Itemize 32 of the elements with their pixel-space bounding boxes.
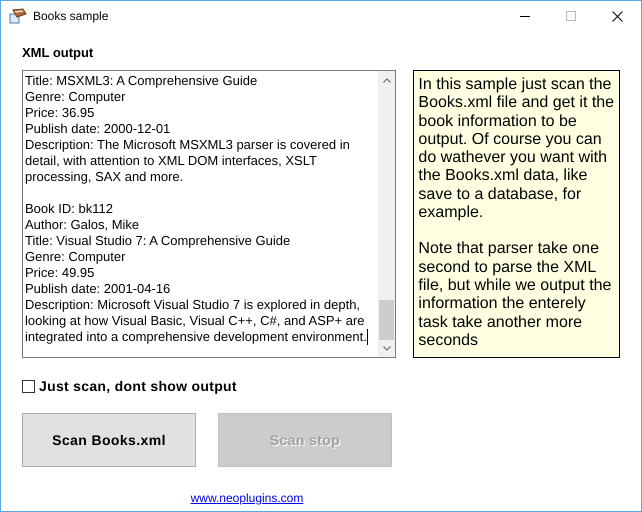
- app-icon: [9, 8, 27, 24]
- output-line: processing, SAX and more.: [25, 169, 184, 185]
- output-line: Genre: Computer: [25, 89, 126, 105]
- output-line: Price: 36.95: [25, 105, 94, 121]
- scroll-thumb[interactable]: [379, 300, 394, 340]
- website-link[interactable]: www.neoplugins.com: [190, 489, 304, 507]
- output-line: Title: Visual Studio 7: A Comprehensive Guide: [25, 233, 290, 249]
- section-label: XML output: [22, 45, 94, 61]
- checkbox[interactable]: [22, 380, 35, 393]
- output-text-area[interactable]: [22, 70, 396, 358]
- close-icon[interactable]: [612, 10, 623, 22]
- window-title: Books sample: [33, 8, 108, 25]
- info-paragraph: Note that parser take one second to parse the XML file, but while we output the information the enterely task take another more seconds: [418, 240, 612, 350]
- output-line: looking at how Visual Basic, Visual C++, C#, and ASP+ are: [25, 313, 365, 329]
- info-paragraph: In this sample just scan the Books.xml file and get it the book information to be output. Of course you can do wathever you want with the Books.xml data, like save to a database, for example.: [418, 76, 615, 222]
- output-line: Publish date: 2000-12-01: [25, 121, 170, 137]
- output-line: integrated into a comprehensive development environment.: [25, 329, 368, 345]
- checkbox-row[interactable]: Just scan, dont show output: [22, 376, 237, 397]
- output-line: Description: Microsoft Visual Studio 7 is explored in depth,: [25, 297, 360, 313]
- output-line: detail, with attention to XML DOM interfaces, XSLT: [25, 153, 317, 169]
- scrollbar[interactable]: [378, 71, 396, 357]
- scroll-down-icon[interactable]: [382, 346, 391, 351]
- output-line: Publish date: 2001-04-16: [25, 281, 170, 297]
- output-line: Title: MSXML3: A Comprehensive Guide: [25, 73, 258, 89]
- output-line: Description: The Microsoft MSXML3 parser is covered in: [25, 137, 350, 153]
- output-line: Author: Galos, Mike: [25, 217, 140, 233]
- checkbox-label: Just scan, dont show output: [39, 377, 237, 396]
- output-line: Price: 49.95: [25, 265, 94, 281]
- output-line: Book ID: bk112: [25, 201, 113, 217]
- output-line: Genre: Computer: [25, 249, 126, 265]
- action-button[interactable]: Scan Books.xml: [22, 413, 196, 467]
- scroll-up-icon[interactable]: [382, 78, 391, 83]
